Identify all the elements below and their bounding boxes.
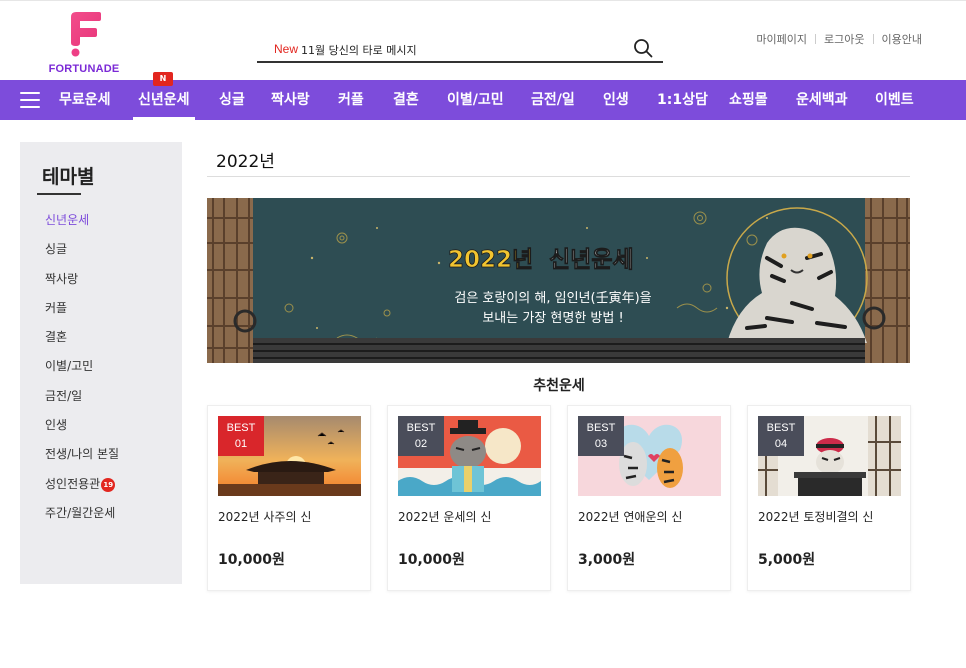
product-thumb-1: BEST 01 [218,416,361,496]
search-suggestion[interactable]: 11월 당신의 타로 메시지 [301,42,417,58]
best-label-3: BEST [586,422,616,434]
product-card-4[interactable]: BEST 04 2022년 토정비결의 신 5,000원 [747,405,911,591]
banner-headline-title: 신년운세 [549,247,634,273]
best-label-4: BEST [766,422,796,434]
sidebar-title-underline [37,193,81,195]
nav-item-couple[interactable]: 커플 [338,80,364,120]
sidebar-item-life[interactable]: 인생 [45,411,119,440]
logo-wordmark: FORTUNADE [48,63,120,75]
nav-item-money[interactable]: 금전/일 [531,80,575,120]
best-rank-4: 04 [774,438,788,450]
sidebar-item-new-year[interactable]: 신년운세 [45,206,119,235]
banner-subtext-2: 보내는 가장 현명한 방법 ! [482,311,623,326]
search-new-label: New [274,42,299,56]
nav-item-marriage[interactable]: 결혼 [393,80,419,120]
sidebar-item-single[interactable]: 싱글 [45,235,119,264]
product-name-4: 2022년 토정비결의 신 [758,510,874,524]
sidebar-item-adult[interactable]: 성인전용관 19 [45,470,119,499]
sidebar-item-past-life[interactable]: 전생/나의 본질 [45,440,119,469]
nav-item-event[interactable]: 이벤트 [875,80,914,120]
product-thumb-2: BEST 02 [398,416,541,496]
search-icon[interactable] [633,38,653,58]
best-rank-1: 01 [234,438,248,450]
sidebar-title: 테마별 [42,166,95,188]
nav-item-free-fortune[interactable]: 무료운세 [59,80,111,120]
title-divider [207,176,910,177]
banner-subtext-1: 검은 호랑이의 해, 임인년(壬寅年)을 [454,290,651,306]
product-price-4: 5,000원 [758,552,816,568]
search-bar[interactable]: New 11월 당신의 타로 메시지 [257,35,663,63]
product-name-2: 2022년 운세의 신 [398,510,492,524]
banner-headline-year: 2022년 [448,247,533,273]
new-year-banner[interactable]: 2022년 신년운세 검은 호랑이의 해, 임인년(壬寅年)을 보내는 가장 현… [207,198,910,363]
product-thumb-3: BEST 03 [578,416,721,496]
nav-item-breakup[interactable]: 이별/고민 [447,80,504,120]
product-price-1: 10,000원 [218,552,285,568]
nav-item-crush[interactable]: 짝사랑 [271,80,310,120]
banner-illustration: 2022년 신년운세 검은 호랑이의 해, 임인년(壬寅年)을 보내는 가장 현… [207,198,910,363]
nav-item-single[interactable]: 싱글 [219,80,245,120]
page-title: 2022년 [216,152,275,172]
theme-sidebar: 테마별 신년운세 싱글 짝사랑 커플 결혼 이별/고민 금전/일 인생 전생/나… [20,142,182,584]
sidebar-list: 신년운세 싱글 짝사랑 커플 결혼 이별/고민 금전/일 인생 전생/나의 본질… [45,206,119,528]
new-badge: N [153,72,173,86]
product-name-3: 2022년 연애운의 신 [578,510,683,524]
best-rank-2: 02 [414,438,428,450]
hamburger-menu-icon[interactable] [20,92,40,108]
nav-item-life[interactable]: 인생 [603,80,629,120]
best-badge-3: BEST 03 [578,416,624,456]
nav-item-encyclopedia[interactable]: 운세백과 [796,80,848,120]
logo-f-icon [71,12,101,57]
best-rank-3: 03 [594,438,608,450]
best-label-1: BEST [226,422,256,434]
sidebar-item-crush[interactable]: 짝사랑 [45,265,119,294]
guide-link[interactable]: 이용안내 [874,31,922,47]
product-price-2: 10,000원 [398,552,465,568]
best-badge-2: BEST 02 [398,416,444,456]
adult-19-badge: 19 [101,477,116,492]
fortunade-logo[interactable]: FORTUNADE [48,11,120,75]
main-nav: 무료운세 신년운세 싱글 짝사랑 커플 결혼 이별/고민 금전/일 인생 1:1… [0,80,966,120]
best-badge-4: BEST 04 [758,416,804,456]
best-badge-1: BEST 01 [218,416,264,456]
sidebar-item-weekly-monthly[interactable]: 주간/월간운세 [45,499,119,528]
logout-link[interactable]: 로그아웃 [816,31,872,47]
sidebar-item-marriage[interactable]: 결혼 [45,323,119,352]
best-label-2: BEST [406,422,436,434]
product-price-3: 3,000원 [578,552,636,568]
nav-item-consult[interactable]: 1:1상담 [657,80,708,120]
utility-links: 마이페이지 로그아웃 이용안내 [748,31,922,47]
recommended-section-title: 추천운세 [533,378,585,394]
product-card-3[interactable]: BEST 03 2022년 연애운의 신 3,000원 [567,405,731,591]
nav-item-shop[interactable]: 쇼핑몰 [729,80,768,120]
sidebar-item-adult-label: 성인전용관 [45,476,101,491]
product-card-2[interactable]: BEST 02 2022년 운세의 신 10,000원 [387,405,551,591]
site-header: FORTUNADE New 11월 당신의 타로 메시지 마이페이지 로그아웃 … [0,0,966,80]
product-card-1[interactable]: BEST 01 2022년 사주의 신 10,000원 [207,405,371,591]
sidebar-item-couple[interactable]: 커플 [45,294,119,323]
product-name-1: 2022년 사주의 신 [218,510,312,524]
mypage-link[interactable]: 마이페이지 [748,31,815,47]
product-thumb-4: BEST 04 [758,416,901,496]
nav-item-new-year[interactable]: 신년운세 [133,80,195,120]
